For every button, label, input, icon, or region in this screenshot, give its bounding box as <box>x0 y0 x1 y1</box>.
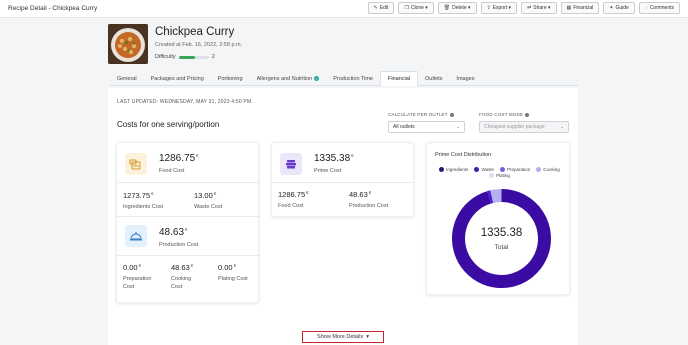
donut-slice-cooking <box>490 189 502 203</box>
food-cost-icon <box>125 153 147 175</box>
prime-food-cost-label: Food Cost <box>278 203 304 209</box>
legend-swatch <box>474 167 480 172</box>
export-button[interactable]: ⇪ Export ▾ <box>480 2 518 14</box>
recipe-name: Chickpea Curry <box>155 26 235 38</box>
prime-production-cost-value: 48.63€ <box>349 190 372 199</box>
calculator-icon: ▦ <box>566 5 572 11</box>
food-cost-mode-select[interactable]: Cheapest supplier package ⌄ <box>479 121 569 133</box>
info-icon <box>525 112 530 117</box>
top-bar: Recipe Detail - Chickpea Curry ✎ Edit ❐ Clo… <box>0 0 688 18</box>
clone-icon: ❐ <box>404 5 409 11</box>
wand-icon: ✦ <box>609 5 614 11</box>
financial-button[interactable]: ▦ Financial <box>560 2 600 14</box>
difficulty-fill <box>178 55 196 59</box>
food-cost-mode-label: FOOD COST MODE <box>479 112 530 117</box>
guide-button[interactable]: ✦ Guide <box>603 2 635 14</box>
chevron-down-icon: ⌄ <box>456 124 460 129</box>
legend-item: Preparation <box>500 167 530 172</box>
show-more-details-button[interactable]: Show More Details ▾ <box>302 331 384 343</box>
tab-production-time[interactable]: Production Time <box>326 71 380 86</box>
page-title: Recipe Detail - Chickpea Curry <box>8 5 98 12</box>
production-cost-label: Production Cost <box>159 242 199 248</box>
prime-cost-icon <box>280 153 302 175</box>
difficulty-bar <box>178 55 209 59</box>
legend-swatch <box>500 167 506 172</box>
chevron-down-icon: ⌄ <box>560 124 564 129</box>
cooking-cost-value: 48.63€ <box>171 263 194 272</box>
production-cost-value: 48.63€ <box>159 227 188 238</box>
check-circle-icon: ✓ <box>314 76 320 81</box>
chart-legend: Ingredients Waste Preparation Cooking Platin… <box>437 167 562 178</box>
export-icon: ⇪ <box>486 5 491 11</box>
food-cost-card: 1286.75€ Food Cost 1273.75€ Ingredients … <box>116 142 260 303</box>
caret-down-icon: ▾ <box>366 334 369 340</box>
food-cost-value: 1286.75€ <box>159 153 199 164</box>
difficulty-value: 2 <box>211 54 215 60</box>
waste-cost-value: 13.00€ <box>194 191 217 200</box>
legend-swatch <box>439 167 445 172</box>
tab-portioning[interactable]: Portioning <box>211 71 250 86</box>
edit-icon: ✎ <box>373 5 378 11</box>
toolbar: ✎ Edit ❐ Clone ▾ 🗑 Delete ▾ ⇪ Export ▾ ⇄ Share ▾ ▦… <box>367 2 680 14</box>
comment-icon: ◌ <box>644 5 648 11</box>
cooking-cost-label: Cooking Cost <box>171 276 192 290</box>
legend-item: Ingredients <box>439 167 468 172</box>
cloche-icon <box>125 225 147 247</box>
created-date: Created at Feb. 16, 2022, 2:58 p.m. <box>155 42 243 48</box>
legend-swatch <box>489 173 495 178</box>
delete-button[interactable]: 🗑 Delete ▾ <box>437 2 477 14</box>
prime-food-cost-value: 1286.75€ <box>278 190 309 199</box>
plating-cost-label: Plating Cost <box>218 276 248 282</box>
tab-bar: General Packages and Pricing Portioning All… <box>110 71 578 86</box>
last-updated: LAST UPDATED: WEDNESDAY, MAY 31, 2023 4:… <box>117 99 253 105</box>
recipe-thumbnail <box>108 24 148 64</box>
tab-allergens-and-nutrition[interactable]: Allergens and Nutrition ✓ <box>250 71 327 86</box>
tab-images[interactable]: Images <box>449 71 481 86</box>
tab-packages-and-pricing[interactable]: Packages and Pricing <box>144 71 211 86</box>
section-title: Costs for one serving/portion <box>117 120 220 129</box>
difficulty: Difficulty 2 <box>155 54 215 60</box>
distribution-title: Prime Cost Distribution <box>435 152 492 158</box>
legend-item: Waste <box>474 167 494 172</box>
donut-total-value: 1335.38 <box>480 227 523 239</box>
tab-outlets[interactable]: Outlets <box>418 71 449 86</box>
financial-panel: LAST UPDATED: WEDNESDAY, MAY 31, 2023 4:… <box>108 88 578 345</box>
outlet-select[interactable]: All outlets ⌄ <box>388 121 465 133</box>
recipe-header: Chickpea Curry Created at Feb. 16, 2022,… <box>108 24 578 68</box>
trash-icon: 🗑 <box>443 5 451 11</box>
info-icon <box>449 112 454 117</box>
legend-item: Plating <box>489 173 510 178</box>
prime-cost-card: 1335.38€ Prime Cost 1286.75€ Food Cost 4… <box>271 142 415 217</box>
comments-button[interactable]: ◌ Comments <box>638 2 680 14</box>
calc-per-outlet-label: CALCULATE PER OUTLET <box>388 112 454 117</box>
prime-cost-label: Prime Cost <box>314 168 342 174</box>
legend-swatch <box>536 167 542 172</box>
clone-button[interactable]: ❐ Clone ▾ <box>398 2 434 14</box>
tab-general[interactable]: General <box>110 71 144 86</box>
prime-cost-value: 1335.38€ <box>314 153 354 164</box>
share-button[interactable]: ⇄ Share ▾ <box>521 2 557 14</box>
preparation-cost-value: 0.00€ <box>123 263 142 272</box>
legend-item: Cooking <box>536 167 560 172</box>
prime-production-cost-label: Production Cost <box>349 203 389 209</box>
prime-cost-distribution-card: Prime Cost Distribution Ingredients Waste… <box>426 142 570 295</box>
plating-cost-value: 0.00€ <box>218 263 237 272</box>
difficulty-label: Difficulty <box>155 54 176 60</box>
donut-total-label: Total <box>494 244 509 251</box>
edit-button[interactable]: ✎ Edit <box>367 2 395 14</box>
ingredients-cost-value: 1273.75€ <box>123 191 154 200</box>
donut-slice-waste <box>487 190 494 204</box>
tab-financial[interactable]: Financial <box>379 71 418 86</box>
preparation-cost-label: Preparation Cost <box>123 276 152 290</box>
waste-cost-label: Waste Cost <box>194 204 223 210</box>
food-cost-label: Food Cost <box>159 168 185 174</box>
ingredients-cost-label: Ingredients Cost <box>123 204 164 210</box>
share-icon: ⇄ <box>527 5 532 11</box>
